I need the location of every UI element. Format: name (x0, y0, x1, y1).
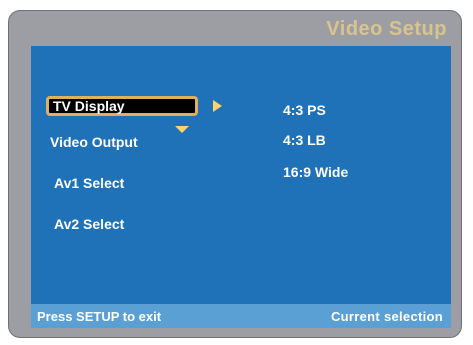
option-4-3-ps[interactable]: 4:3 PS (283, 102, 326, 118)
menu-panel: TV Display Video Output Av1 Select Av2 S… (31, 46, 451, 328)
down-triangle-icon (175, 126, 189, 133)
setup-window: Video Setup TV Display Video Output Av1 … (8, 10, 462, 338)
menu-item-tv-display[interactable]: TV Display (46, 96, 198, 116)
right-triangle-icon (213, 100, 222, 112)
status-bar: Press SETUP to exit Current selection (31, 304, 451, 328)
option-4-3-lb[interactable]: 4:3 LB (283, 132, 326, 148)
current-selection-label: Current selection (330, 309, 443, 324)
page-title: Video Setup (326, 18, 447, 40)
option-16-9-wide[interactable]: 16:9 Wide (283, 164, 348, 180)
menu-item-av2-select[interactable]: Av2 Select (54, 216, 124, 232)
exit-hint: Press SETUP to exit (37, 309, 162, 324)
menu-item-video-output[interactable]: Video Output (50, 134, 138, 150)
menu-item-av1-select[interactable]: Av1 Select (54, 175, 124, 191)
